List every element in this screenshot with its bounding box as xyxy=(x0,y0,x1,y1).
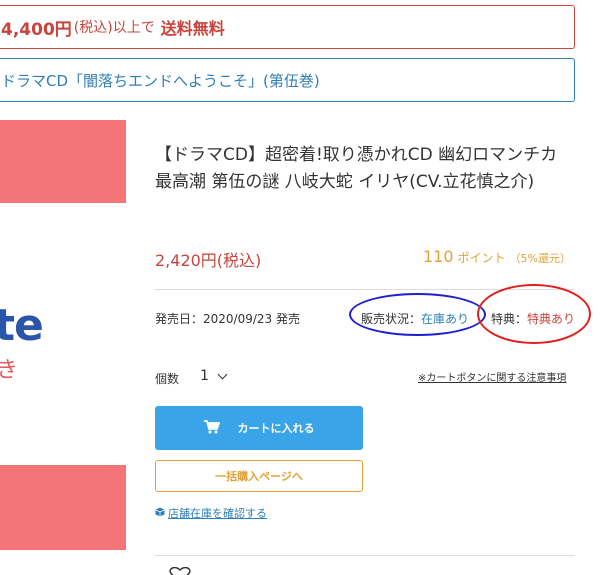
image-band-bottom xyxy=(0,465,126,550)
add-to-cart-button[interactable]: カートに入れる xyxy=(155,406,363,450)
store-stock-label: 店舗在庫を確認する xyxy=(168,507,267,520)
cube-icon xyxy=(155,507,165,520)
store-stock-link[interactable]: 店舗在庫を確認する xyxy=(155,505,267,521)
cart-notice-link[interactable]: ※カートボタンに関する注意事項 xyxy=(418,369,566,384)
product-title: 【ドラマCD】超密着!取り憑かれCD 幽幻ロマンチカ 最高潮 第伍の謎 八岐大蛇… xyxy=(155,145,558,192)
image-logo-subtext: き xyxy=(0,358,19,383)
product-image: te き xyxy=(0,120,126,550)
image-band-top xyxy=(0,120,126,203)
points-info: 110 ポイント （5%還元） xyxy=(423,247,571,266)
red-annotation-circle xyxy=(477,284,591,344)
shipping-threshold-amount: 4,400円 xyxy=(1,19,72,40)
chevron-down-icon xyxy=(217,369,228,379)
series-link-text[interactable]: ドラマCD「闇落ちエンドへようこそ」(第伍巻) xyxy=(1,70,320,91)
shipping-above-text: 以上で xyxy=(112,20,155,36)
free-shipping-text: 送料無料 xyxy=(160,19,225,38)
quantity-value: 1 xyxy=(200,368,209,384)
release-date: 発売日：2020/09/23 発売 xyxy=(155,312,300,326)
quantity-label: 個数 xyxy=(155,372,180,386)
bulk-purchase-label: 一括購入ページへ xyxy=(215,470,303,483)
image-logo-text: te xyxy=(0,300,44,351)
blue-annotation-circle xyxy=(349,293,486,336)
quantity-select[interactable]: 1 xyxy=(200,368,228,384)
points-value: 110 xyxy=(423,247,454,266)
free-shipping-banner: 4,400円 (税込) 以上で 送料無料 xyxy=(0,5,575,49)
divider xyxy=(155,555,575,556)
points-rate: （5%還元） xyxy=(509,252,572,265)
add-to-cart-label: カートに入れる xyxy=(237,422,315,435)
series-link-banner[interactable]: ドラマCD「闇落ちエンドへようこそ」(第伍巻) xyxy=(0,58,575,102)
heart-icon[interactable] xyxy=(168,566,192,575)
bulk-purchase-button[interactable]: 一括購入ページへ xyxy=(155,460,363,492)
points-label: ポイント xyxy=(457,251,506,265)
product-price: 2,420円(税込) xyxy=(155,251,262,270)
shipping-tax-note: (税込) xyxy=(73,20,113,36)
cart-icon xyxy=(203,419,220,437)
